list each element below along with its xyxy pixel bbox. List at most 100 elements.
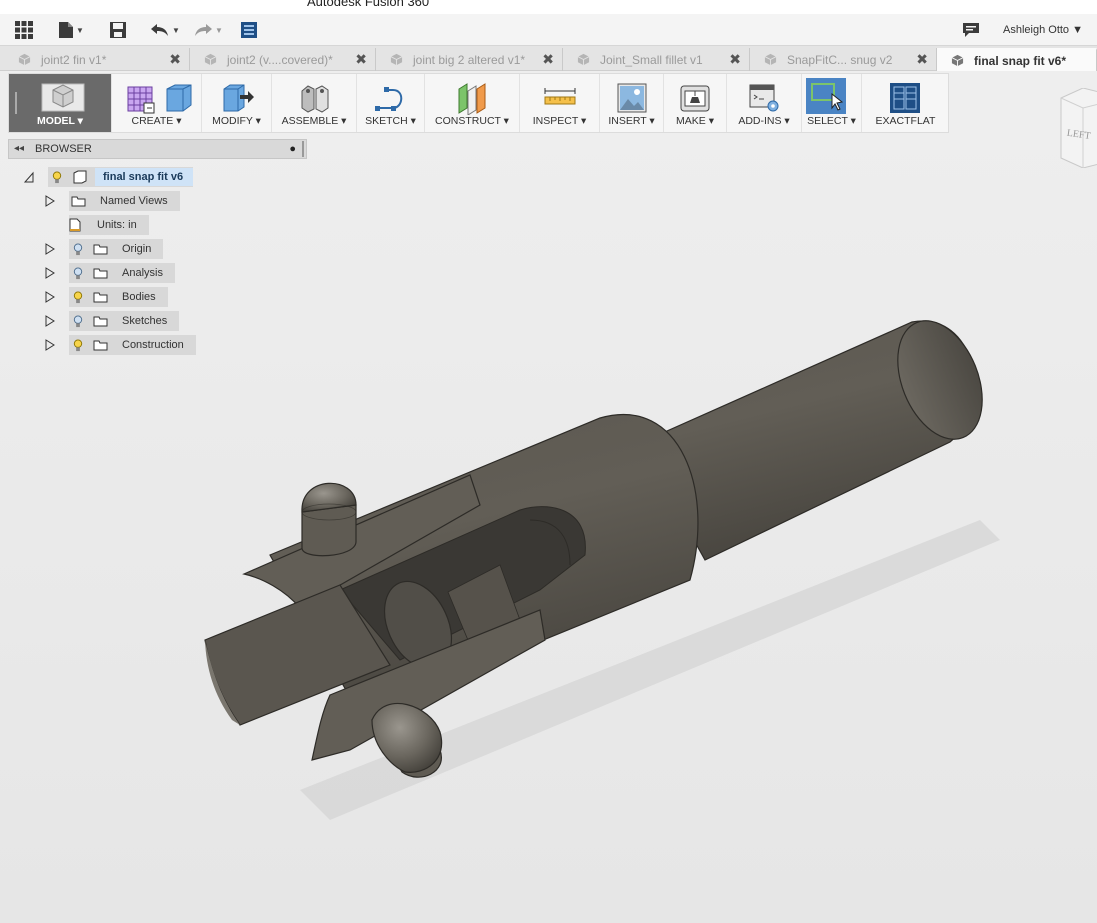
modify-menu[interactable]: MODIFY ▾ (202, 74, 272, 132)
browser-item-named-views[interactable]: Named Views (45, 191, 180, 211)
visibility-bulb-icon[interactable] (73, 290, 83, 304)
select-label: SELECT ▾ (807, 115, 856, 127)
fusion-360-window: Autodesk Fusion 360 ▼ ▼ ▼ Ashleigh Otto … (0, 0, 1097, 923)
sketch-icon (375, 87, 403, 111)
user-menu[interactable]: Ashleigh Otto ▼ (1003, 24, 1083, 36)
insert-label: INSERT ▾ (608, 115, 655, 127)
redo-icon[interactable]: ▼ (193, 20, 223, 40)
item-chip: Sketches (69, 311, 180, 331)
inspect-icon (544, 88, 576, 105)
visibility-bulb-icon[interactable] (52, 170, 62, 184)
undo-icon[interactable]: ▼ (150, 20, 180, 40)
browser-item-origin[interactable]: Origin (45, 239, 164, 259)
browser-item-bodies[interactable]: Bodies (45, 287, 168, 307)
file-icon[interactable]: ▼ (58, 20, 84, 40)
browser-item-units[interactable]: Units: in (69, 215, 149, 235)
viewcube[interactable]: LEFT (1055, 88, 1097, 168)
folder-icon (93, 316, 108, 326)
root-component-label[interactable]: final snap fit v6 (95, 168, 194, 186)
add-ins-menu[interactable]: ADD-INS ▾ (727, 74, 802, 132)
item-chip: Bodies (69, 287, 168, 307)
panel-resize-handle[interactable] (302, 141, 304, 157)
construct-menu[interactable]: CONSTRUCT ▾ (425, 74, 520, 132)
inspect-menu[interactable]: INSPECT ▾ (520, 74, 600, 132)
close-icon[interactable]: ✖ (542, 51, 554, 68)
tab-joint-big-2[interactable]: joint big 2 altered v1* ✖ (376, 48, 563, 71)
component-icon (73, 170, 87, 184)
item-label: Units: in (97, 219, 137, 231)
browser-root-node[interactable]: final snap fit v6 (24, 167, 194, 187)
folder-icon (93, 244, 108, 254)
comment-icon[interactable] (962, 20, 980, 40)
model-label: MODEL ▾ (37, 115, 83, 127)
browser-title: BROWSER (35, 143, 92, 155)
expand-arrow-icon[interactable] (45, 267, 55, 279)
close-icon[interactable]: ✖ (729, 51, 741, 68)
folder-icon (93, 292, 108, 302)
insert-menu[interactable]: INSERT ▾ (600, 74, 664, 132)
visibility-bulb-icon[interactable] (73, 338, 83, 352)
exactflat-icon (890, 83, 920, 113)
sketch-label: SKETCH ▾ (365, 115, 416, 127)
item-chip: Units: in (69, 215, 149, 235)
document-settings-icon (69, 218, 81, 232)
visibility-bulb-icon[interactable] (73, 266, 83, 280)
chevron-down-icon: ▼ (76, 25, 84, 35)
tab-snapfit-snug[interactable]: SnapFitC... snug v2 ✖ (750, 48, 937, 71)
assemble-menu[interactable]: ASSEMBLE ▾ (272, 74, 357, 132)
select-icon (806, 78, 846, 114)
tab-label: joint big 2 altered v1* (413, 52, 526, 67)
sketch-menu[interactable]: SKETCH ▾ (357, 74, 425, 132)
tab-joint-small-fillet[interactable]: Joint_Small fillet v1 ✖ (563, 48, 750, 71)
folder-icon (93, 268, 108, 278)
exactflat-label: EXACTFLAT (875, 115, 936, 127)
ribbon-toolbar: MODEL ▾ CREATE ▾ MODIFY ▾ ASSEMBLE ▾ SKE… (8, 73, 949, 133)
create-icon (127, 84, 192, 114)
expand-arrow-icon[interactable] (45, 195, 55, 207)
window-title: Autodesk Fusion 360 (307, 0, 430, 9)
expand-arrow-icon[interactable] (45, 243, 55, 255)
expand-arrow-icon[interactable] (45, 339, 55, 351)
tab-final-snap-fit[interactable]: final snap fit v6* (937, 48, 1097, 71)
assemble-icon (301, 85, 329, 113)
create-menu[interactable]: CREATE ▾ (112, 74, 202, 132)
snap-fit-model[interactable] (204, 308, 998, 778)
close-icon[interactable]: ✖ (916, 51, 928, 68)
item-label: Analysis (122, 267, 163, 279)
grid-icon[interactable] (14, 20, 34, 40)
add-ins-label: ADD-INS ▾ (738, 115, 790, 127)
visibility-bulb-icon[interactable] (73, 242, 83, 256)
exactflat-menu[interactable]: EXACTFLAT (862, 74, 949, 132)
tab-label: joint2 fin v1* (41, 52, 107, 67)
insert-image-icon (617, 83, 647, 113)
inspect-label: INSPECT ▾ (532, 115, 587, 127)
tab-label: Joint_Small fillet v1 (600, 52, 703, 67)
expand-arrow-icon[interactable] (45, 291, 55, 303)
visibility-bulb-icon[interactable] (73, 314, 83, 328)
close-icon[interactable]: ✖ (355, 51, 367, 68)
select-menu[interactable]: SELECT ▾ (802, 74, 862, 132)
document-tabs: joint2 fin v1* ✖ joint2 (v....covered)* … (0, 46, 1097, 71)
expand-arrow-icon[interactable] (45, 315, 55, 327)
make-menu[interactable]: MAKE ▾ (664, 74, 727, 132)
save-icon[interactable] (109, 20, 127, 40)
workspace-switcher-model[interactable]: MODEL ▾ (9, 74, 112, 132)
make-label: MAKE ▾ (676, 115, 714, 127)
window-title-bar: Autodesk Fusion 360 (0, 0, 1097, 14)
folder-icon (93, 340, 108, 350)
browser-item-sketches[interactable]: Sketches (45, 311, 180, 331)
browser-item-construction[interactable]: Construction (45, 335, 196, 355)
grip-handle[interactable] (15, 92, 17, 114)
tab-joint2-fin[interactable]: joint2 fin v1* ✖ (4, 48, 190, 71)
create-label: CREATE ▾ (131, 115, 182, 127)
collapse-panel-icon[interactable]: ◂◂ (14, 143, 24, 154)
pin-icon[interactable]: ● (289, 143, 296, 155)
close-icon[interactable]: ✖ (169, 51, 181, 68)
folder-icon (71, 196, 86, 206)
collapse-arrow-icon[interactable] (24, 171, 34, 183)
data-panel-icon[interactable] (240, 20, 258, 40)
tab-label: joint2 (v....covered)* (227, 52, 333, 67)
tab-joint2-covered[interactable]: joint2 (v....covered)* ✖ (190, 48, 376, 71)
item-chip: Analysis (69, 263, 175, 283)
browser-item-analysis[interactable]: Analysis (45, 263, 175, 283)
